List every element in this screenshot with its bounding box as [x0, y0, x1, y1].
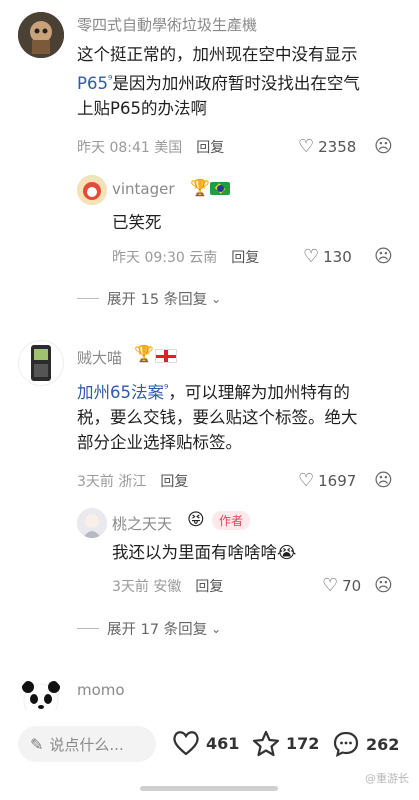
- divider: [77, 628, 99, 629]
- divider: [77, 298, 99, 299]
- like-count: 2358: [318, 137, 357, 156]
- heart-icon: ♡: [298, 470, 315, 491]
- like-count: 70: [342, 576, 362, 595]
- comment-time-location: 昨天 08:41 美国: [77, 140, 183, 156]
- like-button[interactable]: ♡ 130: [303, 246, 352, 267]
- user-avatar[interactable]: [18, 340, 64, 386]
- comment-input[interactable]: ✎ 说点什么...: [18, 726, 156, 762]
- trophy-badge-icon: 🏆: [134, 344, 154, 363]
- post-like-count: 461: [206, 733, 240, 753]
- ca65-law-link[interactable]: 加州65法案: [77, 383, 164, 402]
- favorite-count: 172: [286, 734, 320, 753]
- comment-text-line: 上贴P65的办法啊: [77, 99, 207, 118]
- expand-label: 展开 17 条回复: [107, 622, 208, 638]
- reply-time-location: 3天前 安徽: [112, 579, 182, 595]
- dislike-icon[interactable]: ☹: [374, 470, 393, 491]
- heart-icon: ♡: [298, 136, 315, 157]
- reply-username[interactable]: vintager: [112, 180, 175, 198]
- comments-button[interactable]: 262: [332, 730, 399, 758]
- reply-text: 已笑死: [112, 213, 162, 232]
- comment-username[interactable]: 零四式自動學術垃圾生產機: [77, 14, 257, 35]
- chevron-down-icon: ⌄: [211, 291, 222, 306]
- reply-meta: 昨天 09:30 云南 回复: [112, 247, 259, 267]
- expand-replies-button[interactable]: 展开 17 条回复 ⌄: [77, 618, 221, 639]
- robot-avatar-icon: [18, 12, 64, 58]
- trophy-badge-icon: 🏆: [190, 178, 210, 197]
- comment-username[interactable]: 贼大喵: [77, 347, 122, 368]
- comment-meta: 3天前 浙江 回复: [77, 471, 188, 491]
- heart-icon: ♡: [322, 575, 339, 596]
- comment-text: 这个挺正常的，加州现在空中没有显示 P65⁹是因为加州政府暂时没找出在空气 上贴…: [77, 42, 407, 121]
- bottom-action-bar: ✎ 说点什么... 461 172 262: [0, 710, 419, 780]
- england-flag-icon: [155, 349, 177, 363]
- heart-icon: [173, 731, 199, 756]
- tongue-emoji-icon: 😝: [187, 510, 205, 530]
- user-avatar[interactable]: [18, 12, 64, 58]
- comment-count: 262: [366, 734, 400, 754]
- reply-avatar[interactable]: [77, 175, 107, 205]
- comment-meta: 昨天 08:41 美国 回复: [77, 137, 224, 157]
- reply-time-location: 昨天 09:30 云南: [112, 250, 218, 266]
- home-indicator[interactable]: [140, 786, 278, 791]
- like-button[interactable]: ♡ 2358: [298, 136, 356, 157]
- cartoon-avatar-icon: [77, 175, 107, 205]
- watermark: @重游长: [365, 772, 409, 785]
- crying-emoji-icon: 😭: [277, 543, 297, 562]
- reply-avatar[interactable]: [77, 508, 107, 538]
- chevron-down-icon: ⌄: [211, 621, 222, 636]
- comment-username[interactable]: momo: [77, 681, 125, 699]
- comment-text-fragment: 是因为加州政府暂时没找出在空气: [112, 74, 360, 93]
- comment-text-line: 部分企业选择贴标签。: [77, 433, 242, 452]
- phone-avatar-icon: [31, 345, 51, 381]
- reply-button[interactable]: 回复: [231, 250, 259, 266]
- heart-icon: ♡: [303, 246, 320, 267]
- comment-text: 加州65法案⁹，可以理解为加州特有的 税，要么交钱，要么贴这个标签。绝大 部分企…: [77, 376, 407, 455]
- dislike-icon[interactable]: ☹: [374, 575, 393, 596]
- comment-input-placeholder: 说点什么...: [49, 735, 124, 754]
- like-count: 130: [323, 247, 352, 266]
- comment-text-fragment: ，可以理解为加州特有的: [168, 383, 350, 402]
- reply-username[interactable]: 桃之天天: [112, 513, 172, 534]
- comment-time-location: 3天前 浙江: [77, 474, 147, 490]
- star-icon: [252, 730, 280, 757]
- dislike-icon[interactable]: ☹: [374, 246, 393, 267]
- expand-replies-button[interactable]: 展开 15 条回复 ⌄: [77, 288, 221, 309]
- like-button[interactable]: ♡ 1697: [298, 470, 356, 491]
- favorite-button[interactable]: 172: [252, 730, 319, 757]
- comment-text-line: 税，要么交钱，要么贴这个标签。绝大: [77, 408, 358, 427]
- expand-label: 展开 15 条回复: [107, 292, 208, 308]
- like-button[interactable]: ♡ 70: [322, 575, 361, 596]
- comment-text-line: 加州65法案⁹，可以理解为加州特有的: [77, 376, 407, 405]
- reply-text: 我还以为里面有啥啥啥😭: [112, 540, 296, 565]
- comment-bubble-icon: [333, 731, 359, 758]
- reply-text-content: 我还以为里面有啥啥啥: [112, 543, 277, 562]
- brazil-flag-icon: [210, 182, 230, 195]
- author-tag: 作者: [206, 511, 251, 531]
- reply-button[interactable]: 回复: [196, 140, 224, 156]
- pencil-icon: ✎: [30, 734, 44, 754]
- anime-avatar-icon: [77, 508, 107, 538]
- comment-text-line: 这个挺正常的，加州现在空中没有显示: [77, 45, 358, 64]
- reply-button[interactable]: 回复: [195, 579, 223, 595]
- p65-link[interactable]: P65: [77, 74, 108, 93]
- like-count: 1697: [318, 471, 357, 490]
- comment-text-line: P65⁹是因为加州政府暂时没找出在空气: [77, 67, 407, 96]
- reply-button[interactable]: 回复: [160, 474, 188, 490]
- reply-meta: 3天前 安徽 回复: [112, 576, 223, 596]
- author-tag-label: 作者: [212, 511, 251, 530]
- like-post-button[interactable]: 461: [172, 730, 239, 756]
- dislike-icon[interactable]: ☹: [374, 136, 393, 157]
